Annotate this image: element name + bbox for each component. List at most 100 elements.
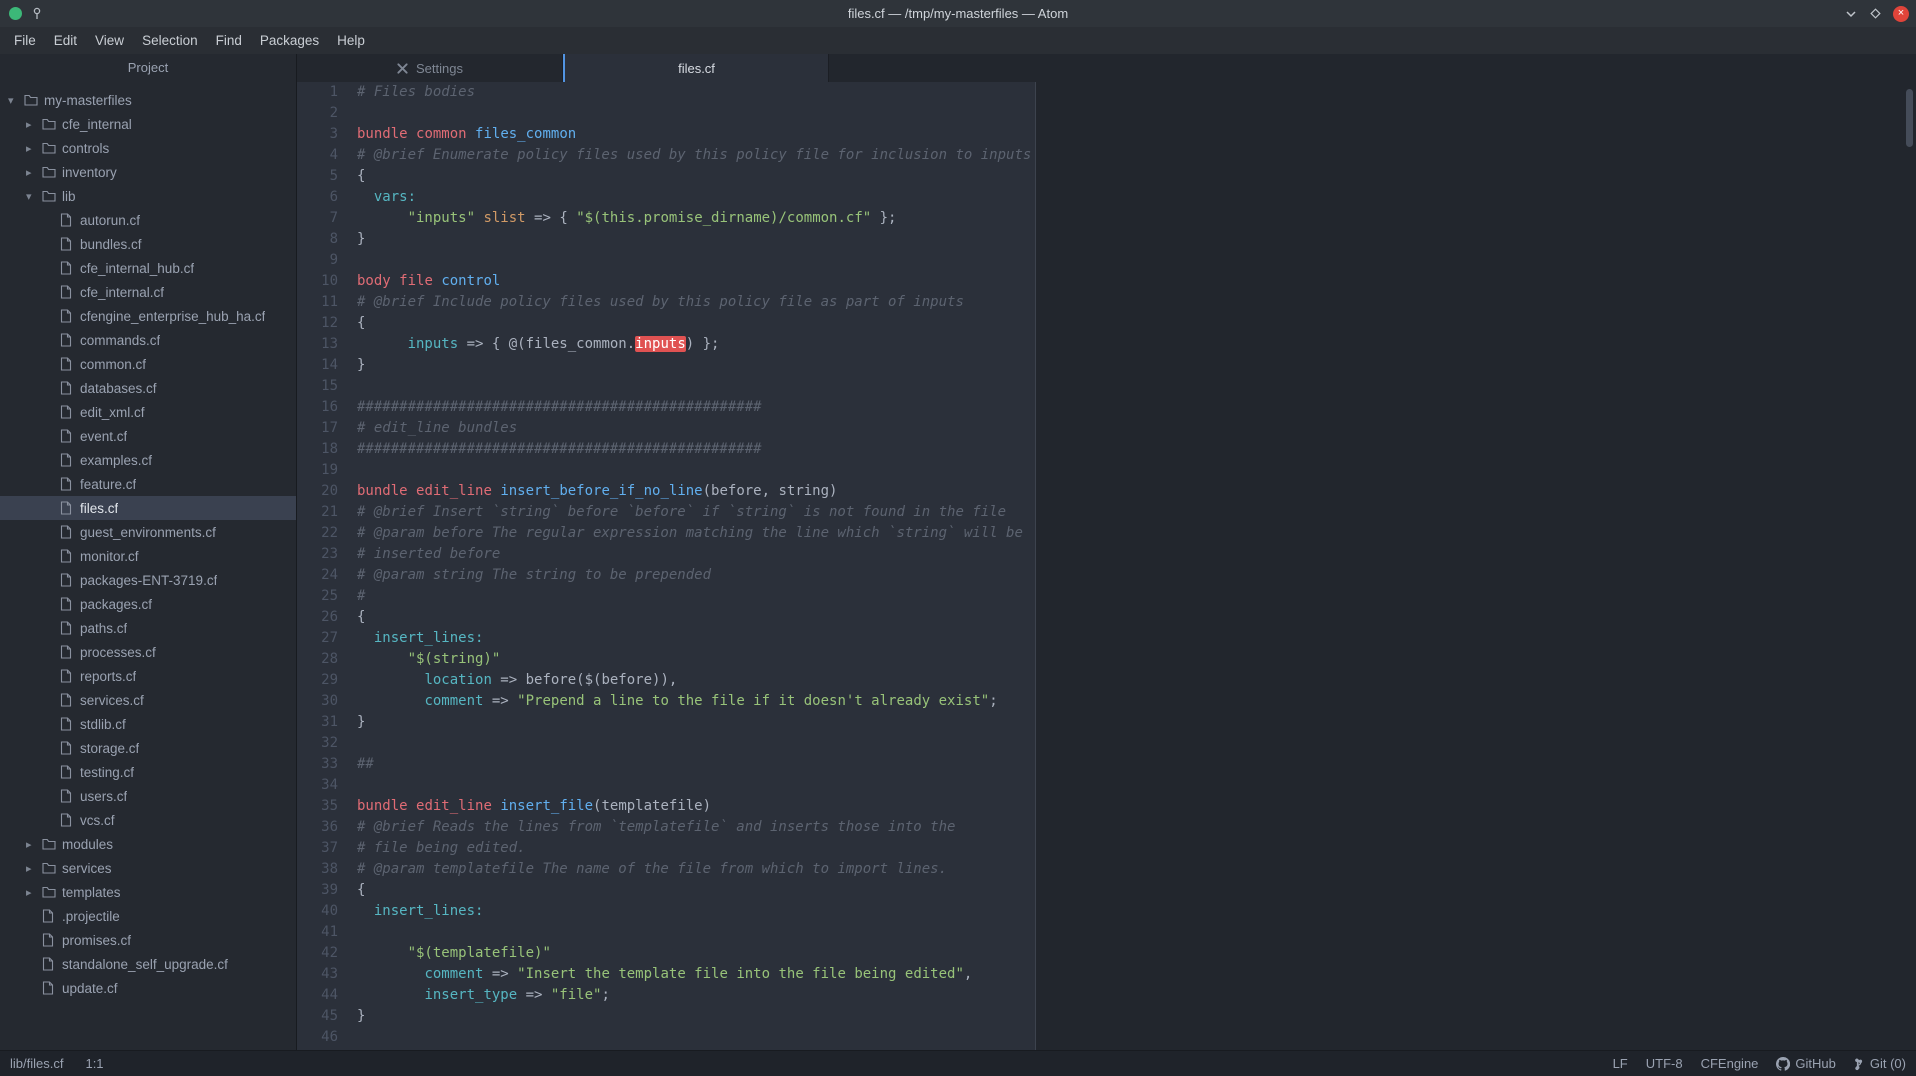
code-line[interactable]: } <box>357 1006 1035 1027</box>
code-line[interactable]: ## <box>357 754 1035 775</box>
menu-edit[interactable]: Edit <box>45 27 86 54</box>
tree-file-standalone_self_upgrade.cf[interactable]: standalone_self_upgrade.cf <box>0 952 296 976</box>
line-number[interactable]: 20 <box>297 481 338 502</box>
line-number-gutter[interactable]: 1234567891011121314151617181920212223242… <box>297 82 352 1050</box>
tree-file-stdlib.cf[interactable]: stdlib.cf <box>0 712 296 736</box>
tab-settings[interactable]: Settings <box>297 54 563 82</box>
line-number[interactable]: 26 <box>297 607 338 628</box>
tree-folder-templates[interactable]: ▸templates <box>0 880 296 904</box>
code-line[interactable]: # @param before The regular expression m… <box>357 523 1035 544</box>
line-number[interactable]: 10 <box>297 271 338 292</box>
tab-files-cf[interactable]: files.cf <box>563 54 829 82</box>
line-number[interactable]: 9 <box>297 250 338 271</box>
line-number[interactable]: 7 <box>297 208 338 229</box>
line-number[interactable]: 4 <box>297 145 338 166</box>
code-line[interactable]: bundle edit_line insert_before_if_no_lin… <box>357 481 1035 502</box>
line-number[interactable]: 5 <box>297 166 338 187</box>
tree-file-common.cf[interactable]: common.cf <box>0 352 296 376</box>
code-line[interactable]: # inserted before <box>357 544 1035 565</box>
line-number[interactable]: 40 <box>297 901 338 922</box>
tree-file-edit_xml.cf[interactable]: edit_xml.cf <box>0 400 296 424</box>
status-git-branch[interactable]: Git (0) <box>1854 1056 1906 1071</box>
code-line[interactable]: # Files bodies <box>357 82 1035 103</box>
status-line-ending[interactable]: LF <box>1613 1056 1628 1071</box>
code-line[interactable] <box>357 103 1035 124</box>
code-line[interactable]: ########################################… <box>357 397 1035 418</box>
line-number[interactable]: 13 <box>297 334 338 355</box>
line-number[interactable]: 25 <box>297 586 338 607</box>
line-number[interactable]: 24 <box>297 565 338 586</box>
tree-file-update.cf[interactable]: update.cf <box>0 976 296 1000</box>
code-line[interactable] <box>357 376 1035 397</box>
code-line[interactable]: # @brief Reads the lines from `templatef… <box>357 817 1035 838</box>
code-line[interactable]: body file control <box>357 271 1035 292</box>
line-number[interactable]: 38 <box>297 859 338 880</box>
text-editor[interactable]: 1234567891011121314151617181920212223242… <box>297 82 1036 1050</box>
tree-file-databases.cf[interactable]: databases.cf <box>0 376 296 400</box>
line-number[interactable]: 35 <box>297 796 338 817</box>
line-number[interactable]: 34 <box>297 775 338 796</box>
code-line[interactable]: vars: <box>357 187 1035 208</box>
menu-view[interactable]: View <box>86 27 133 54</box>
tree-file-autorun.cf[interactable]: autorun.cf <box>0 208 296 232</box>
line-number[interactable]: 41 <box>297 922 338 943</box>
tree-file-cfe_internal.cf[interactable]: cfe_internal.cf <box>0 280 296 304</box>
code-line[interactable]: inputs => { @(files_common.inputs) }; <box>357 334 1035 355</box>
menu-selection[interactable]: Selection <box>133 27 207 54</box>
code-line[interactable]: # @param templatefile The name of the fi… <box>357 859 1035 880</box>
line-number[interactable]: 36 <box>297 817 338 838</box>
tree-file-reports.cf[interactable]: reports.cf <box>0 664 296 688</box>
close-icon[interactable]: × <box>1893 6 1909 22</box>
line-number[interactable]: 21 <box>297 502 338 523</box>
tree-folder-services[interactable]: ▸services <box>0 856 296 880</box>
line-number[interactable]: 45 <box>297 1006 338 1027</box>
code-line[interactable]: { <box>357 313 1035 334</box>
maximize-icon[interactable] <box>1869 7 1882 20</box>
code-line[interactable]: "inputs" slist => { "$(this.promise_dirn… <box>357 208 1035 229</box>
tree-file-.projectile[interactable]: .projectile <box>0 904 296 928</box>
line-number[interactable]: 29 <box>297 670 338 691</box>
code-line[interactable]: { <box>357 166 1035 187</box>
code-line[interactable] <box>357 733 1035 754</box>
line-number[interactable]: 17 <box>297 418 338 439</box>
menu-find[interactable]: Find <box>207 27 251 54</box>
line-number[interactable]: 6 <box>297 187 338 208</box>
code-line[interactable]: # @brief Enumerate policy files used by … <box>357 145 1035 166</box>
tree-file-packages-ENT-3719.cf[interactable]: packages-ENT-3719.cf <box>0 568 296 592</box>
code-line[interactable]: } <box>357 229 1035 250</box>
code-line[interactable]: # <box>357 586 1035 607</box>
tree-file-storage.cf[interactable]: storage.cf <box>0 736 296 760</box>
pin-icon[interactable] <box>31 7 43 20</box>
code-line[interactable]: # file being edited. <box>357 838 1035 859</box>
tree-file-examples.cf[interactable]: examples.cf <box>0 448 296 472</box>
line-number[interactable]: 46 <box>297 1027 338 1048</box>
line-number[interactable]: 23 <box>297 544 338 565</box>
code-line[interactable]: "$(string)" <box>357 649 1035 670</box>
minimize-icon[interactable] <box>1844 7 1858 21</box>
tree-file-cfe_internal_hub.cf[interactable]: cfe_internal_hub.cf <box>0 256 296 280</box>
line-number[interactable]: 43 <box>297 964 338 985</box>
code-line[interactable]: "$(templatefile)" <box>357 943 1035 964</box>
code-line[interactable]: insert_lines: <box>357 628 1035 649</box>
tree-folder-controls[interactable]: ▸controls <box>0 136 296 160</box>
line-number[interactable]: 30 <box>297 691 338 712</box>
line-number[interactable]: 14 <box>297 355 338 376</box>
code-line[interactable]: } <box>357 712 1035 733</box>
status-file-path[interactable]: lib/files.cf <box>10 1056 63 1071</box>
tree-file-vcs.cf[interactable]: vcs.cf <box>0 808 296 832</box>
code-line[interactable] <box>357 250 1035 271</box>
tree-file-event.cf[interactable]: event.cf <box>0 424 296 448</box>
status-encoding[interactable]: UTF-8 <box>1646 1056 1683 1071</box>
tree-file-testing.cf[interactable]: testing.cf <box>0 760 296 784</box>
line-number[interactable]: 19 <box>297 460 338 481</box>
code-line[interactable]: { <box>357 880 1035 901</box>
tree-file-feature.cf[interactable]: feature.cf <box>0 472 296 496</box>
code-line[interactable]: { <box>357 607 1035 628</box>
tree-file-users.cf[interactable]: users.cf <box>0 784 296 808</box>
code-line[interactable]: } <box>357 355 1035 376</box>
tree-file-processes.cf[interactable]: processes.cf <box>0 640 296 664</box>
code-line[interactable]: ########################################… <box>357 439 1035 460</box>
code-line[interactable]: bundle common files_common <box>357 124 1035 145</box>
code-line[interactable]: # @param string The string to be prepend… <box>357 565 1035 586</box>
line-number[interactable]: 1 <box>297 82 338 103</box>
